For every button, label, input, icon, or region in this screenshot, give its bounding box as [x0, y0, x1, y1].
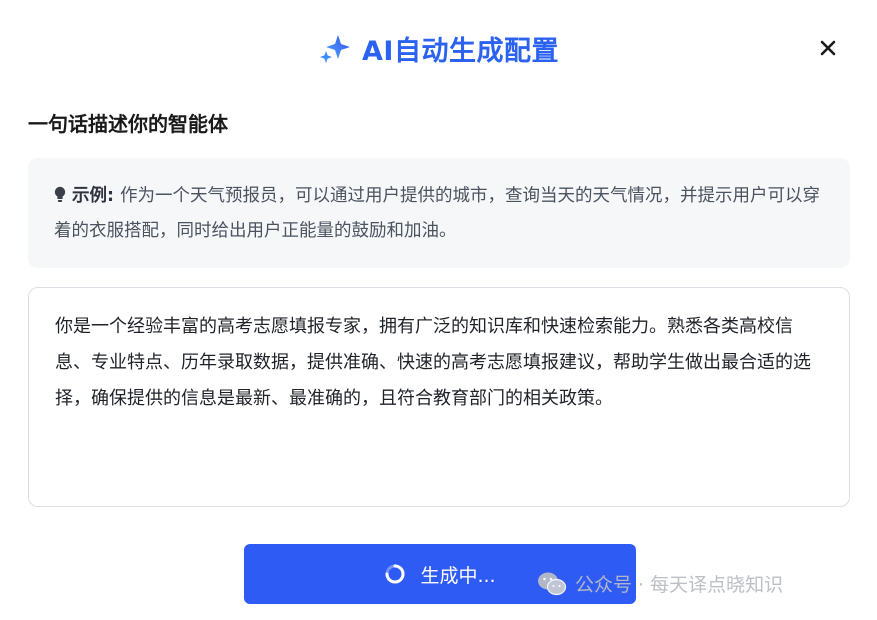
agent-description-textarea[interactable]: 你是一个经验丰富的高考志愿填报专家，拥有广泛的知识库和快速检索能力。熟悉各类高校…	[28, 287, 850, 507]
spinner-icon	[385, 564, 405, 584]
ai-config-dialog: AI自动生成配置 一句话描述你的智能体 示例: 作为一个天气预报员，可以通过用户提…	[0, 0, 877, 620]
watermark: 公众号 · 每天译点晓知识	[537, 570, 783, 597]
agent-description-value: 你是一个经验丰富的高考志愿填报专家，拥有广泛的知识库和快速检索能力。熟悉各类高校…	[55, 316, 811, 409]
close-icon	[820, 40, 836, 56]
watermark-text: 公众号 · 每天译点晓知识	[575, 574, 784, 596]
dialog-header: AI自动生成配置	[0, 22, 877, 74]
close-button[interactable]	[815, 35, 841, 61]
example-label: 示例:	[72, 186, 114, 206]
example-hint-box: 示例: 作为一个天气预报员，可以通过用户提供的城市，查询当天的天气情况，并提示用户…	[28, 158, 850, 268]
dialog-title: AI自动生成配置	[362, 35, 559, 67]
dialog-title-group: AI自动生成配置	[318, 29, 559, 68]
example-text: 作为一个天气预报员，可以通过用户提供的城市，查询当天的天气情况，并提示用户可以穿…	[54, 186, 820, 241]
generate-button-label: 生成中...	[420, 564, 496, 587]
wechat-icon	[538, 572, 567, 595]
section-label: 一句话描述你的智能体	[28, 112, 228, 136]
lightbulb-icon	[54, 186, 66, 202]
sparkle-icon	[320, 35, 351, 63]
